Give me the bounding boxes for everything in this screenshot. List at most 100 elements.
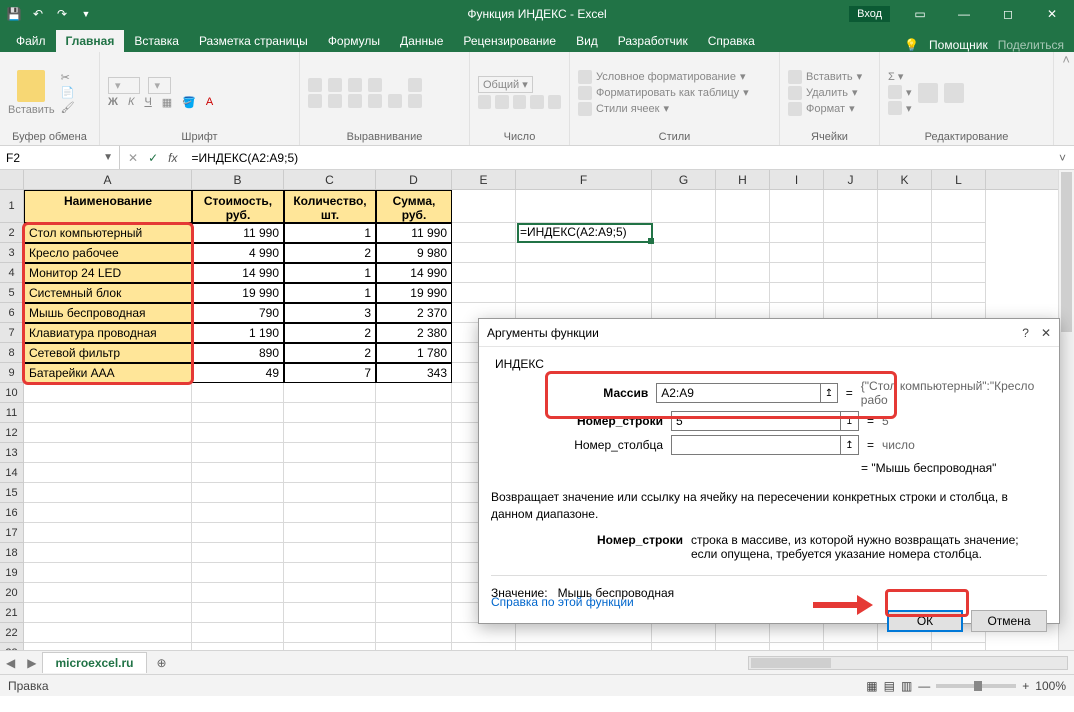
- tab-home[interactable]: Главная: [56, 30, 125, 52]
- cell[interactable]: [878, 283, 932, 303]
- name-box-dropdown-icon[interactable]: ▼: [103, 152, 113, 163]
- cell[interactable]: [376, 463, 452, 483]
- cell[interactable]: [716, 283, 770, 303]
- cell[interactable]: [284, 603, 376, 623]
- bold-button[interactable]: Ж: [108, 96, 118, 108]
- cut-icon[interactable]: ✂: [61, 71, 75, 84]
- row-header[interactable]: 21: [0, 603, 23, 623]
- orientation-icon[interactable]: [368, 78, 382, 92]
- cell[interactable]: [878, 223, 932, 243]
- row-header[interactable]: 19: [0, 563, 23, 583]
- cell[interactable]: [192, 503, 284, 523]
- cell[interactable]: [770, 243, 824, 263]
- cell[interactable]: [824, 263, 878, 283]
- format-painter-icon[interactable]: 🖌: [61, 101, 75, 114]
- cell[interactable]: [284, 643, 376, 650]
- tab-developer[interactable]: Разработчик: [608, 30, 698, 52]
- cell[interactable]: 2: [284, 243, 376, 263]
- enter-formula-icon[interactable]: ✓: [148, 151, 158, 165]
- collapse-ribbon-icon[interactable]: ˄: [1054, 52, 1074, 145]
- row-header[interactable]: 23: [0, 643, 23, 650]
- cell[interactable]: [932, 283, 986, 303]
- cell[interactable]: 14 990: [376, 263, 452, 283]
- column-header[interactable]: I: [770, 170, 824, 189]
- column-header[interactable]: H: [716, 170, 770, 189]
- cell[interactable]: Мышь беспроводная: [24, 303, 192, 323]
- column-header[interactable]: B: [192, 170, 284, 189]
- save-icon[interactable]: 💾: [6, 6, 22, 22]
- dec-decimal-icon[interactable]: [548, 95, 561, 109]
- cell[interactable]: [284, 503, 376, 523]
- cell[interactable]: 2 380: [376, 323, 452, 343]
- tab-view[interactable]: Вид: [566, 30, 608, 52]
- cell-styles-icon[interactable]: [578, 102, 592, 116]
- font-color-icon[interactable]: A: [206, 96, 213, 108]
- indent-dec-icon[interactable]: [368, 94, 382, 108]
- row-header[interactable]: 1: [0, 190, 23, 223]
- cell[interactable]: [376, 523, 452, 543]
- format-table-icon[interactable]: [578, 86, 592, 100]
- vertical-scroll-thumb[interactable]: [1061, 172, 1072, 332]
- cell[interactable]: [878, 263, 932, 283]
- insert-function-icon[interactable]: fx: [168, 151, 177, 165]
- cell[interactable]: Количество, шт.: [284, 190, 376, 223]
- cell[interactable]: 4 990: [192, 243, 284, 263]
- cell[interactable]: [824, 190, 878, 223]
- tell-me-label[interactable]: Помощник: [929, 38, 988, 52]
- row-header[interactable]: 20: [0, 583, 23, 603]
- underline-button[interactable]: Ч: [144, 96, 151, 108]
- zoom-level[interactable]: 100%: [1035, 679, 1066, 693]
- cell[interactable]: [376, 503, 452, 523]
- cell[interactable]: [284, 583, 376, 603]
- italic-button[interactable]: К: [128, 96, 134, 108]
- cell[interactable]: [376, 583, 452, 603]
- tab-insert[interactable]: Вставка: [124, 30, 189, 52]
- cell[interactable]: [284, 463, 376, 483]
- cell[interactable]: [770, 263, 824, 283]
- cell[interactable]: Стол компьютерный: [24, 223, 192, 243]
- merge-icon[interactable]: [408, 94, 422, 108]
- cell[interactable]: 1: [284, 263, 376, 283]
- tab-page-layout[interactable]: Разметка страницы: [189, 30, 318, 52]
- cell[interactable]: [24, 603, 192, 623]
- ribbon-display-icon[interactable]: ▭: [898, 0, 942, 28]
- cell[interactable]: [516, 190, 652, 223]
- cond-format-icon[interactable]: [578, 70, 592, 84]
- vertical-scrollbar[interactable]: [1058, 170, 1074, 650]
- cell[interactable]: [878, 190, 932, 223]
- cell[interactable]: [516, 263, 652, 283]
- cell[interactable]: [376, 443, 452, 463]
- zoom-in-icon[interactable]: +: [1022, 679, 1029, 693]
- cell[interactable]: Системный блок: [24, 283, 192, 303]
- row-header[interactable]: 10: [0, 383, 23, 403]
- row-header[interactable]: 18: [0, 543, 23, 563]
- cell[interactable]: [878, 643, 932, 650]
- cell[interactable]: [376, 383, 452, 403]
- view-page-break-icon[interactable]: ▥: [901, 679, 912, 693]
- zoom-slider[interactable]: [936, 684, 1016, 688]
- cell[interactable]: [716, 223, 770, 243]
- tab-file[interactable]: Файл: [6, 30, 56, 52]
- border-icon[interactable]: ▦: [162, 96, 172, 109]
- cell[interactable]: [716, 263, 770, 283]
- cell[interactable]: [24, 383, 192, 403]
- cell[interactable]: [376, 423, 452, 443]
- cell[interactable]: [824, 643, 878, 650]
- tab-help[interactable]: Справка: [698, 30, 765, 52]
- column-header[interactable]: J: [824, 170, 878, 189]
- cell[interactable]: [652, 263, 716, 283]
- delete-cells-icon[interactable]: [788, 86, 802, 100]
- number-format-combo[interactable]: Общий ▾: [478, 76, 533, 93]
- cell[interactable]: =ИНДЕКС(A2:A9;5): [516, 223, 652, 243]
- cell[interactable]: [932, 223, 986, 243]
- cell[interactable]: [516, 243, 652, 263]
- cell[interactable]: [284, 443, 376, 463]
- cell[interactable]: [770, 283, 824, 303]
- formula-input[interactable]: =ИНДЕКС(A2:A9;5): [185, 151, 1051, 165]
- cell[interactable]: [516, 283, 652, 303]
- cell[interactable]: [284, 563, 376, 583]
- arg-input-row[interactable]: [671, 411, 841, 431]
- row-header[interactable]: 16: [0, 503, 23, 523]
- cell[interactable]: [192, 583, 284, 603]
- cell[interactable]: 14 990: [192, 263, 284, 283]
